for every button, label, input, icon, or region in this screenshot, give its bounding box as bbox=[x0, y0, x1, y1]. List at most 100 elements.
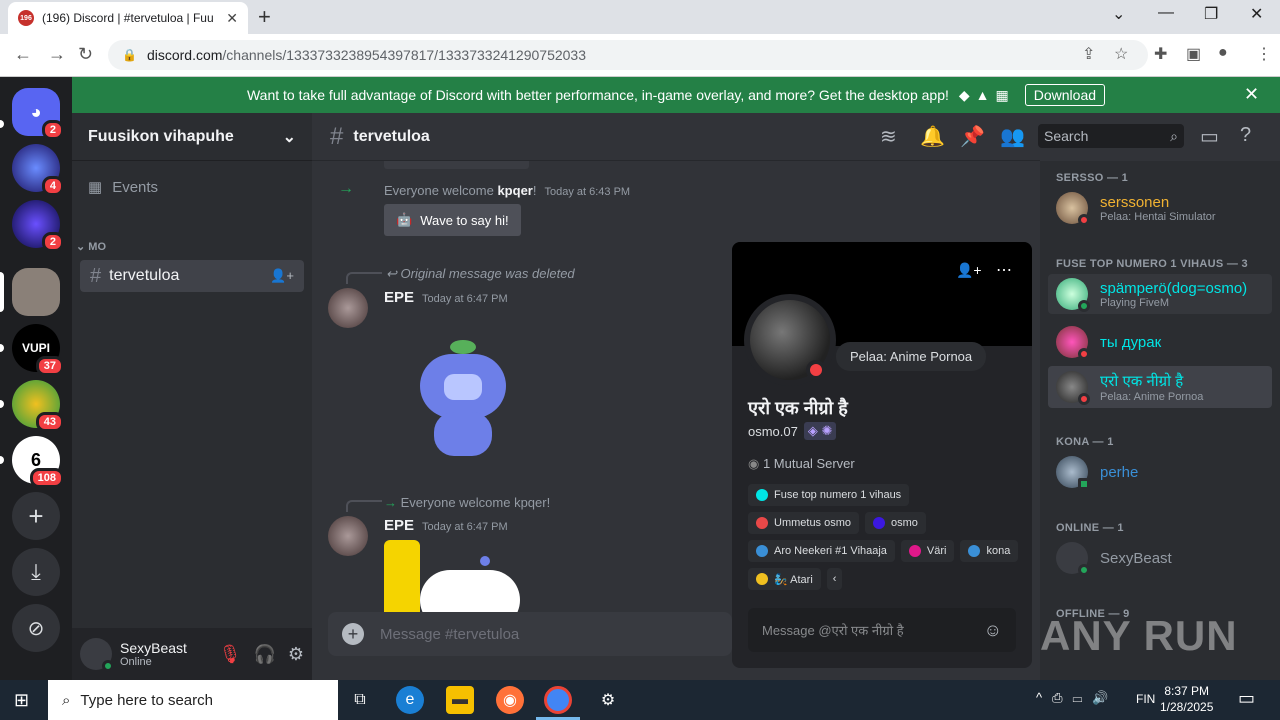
profile-display-name: एरो एक नीग्रो है bbox=[748, 398, 848, 418]
member-item[interactable]: serssonen Pelaa: Hentai Simulator bbox=[1056, 192, 1216, 226]
role-chip[interactable]: Väri bbox=[900, 540, 955, 562]
forward-icon[interactable]: → bbox=[48, 44, 66, 65]
role-chip[interactable]: osmo bbox=[865, 512, 926, 534]
inbox-icon[interactable]: ▭ bbox=[1200, 124, 1219, 149]
settings-gear-icon[interactable]: ⚙ bbox=[288, 644, 304, 665]
notification-center-icon[interactable]: ▭ bbox=[1238, 688, 1255, 709]
discord-home-icon[interactable]: ◕ 2 bbox=[12, 88, 64, 140]
server-icon-vupi[interactable]: VUPI 37 bbox=[12, 324, 64, 376]
channel-item-tervetuloa[interactable]: # tervetuloa 👤+ bbox=[80, 260, 304, 292]
add-server-icon[interactable]: + bbox=[12, 492, 60, 540]
task-view-icon[interactable]: ⧉ bbox=[346, 686, 374, 714]
download-apps-icon[interactable]: ⤓ bbox=[12, 548, 60, 596]
add-friend-icon[interactable]: 👤+ bbox=[956, 262, 982, 279]
tab-title: (196) Discord | #tervetuloa | Fuu bbox=[42, 11, 214, 25]
events-item[interactable]: ▦ Events bbox=[88, 178, 158, 197]
close-window-button[interactable]: ✕ bbox=[1250, 4, 1263, 24]
headphones-icon[interactable]: 🎧 bbox=[253, 644, 275, 665]
url-path: /channels/1333733238954397817/1333733241… bbox=[222, 47, 587, 63]
member-item[interactable]: perhe bbox=[1056, 456, 1138, 490]
side-panel-icon[interactable]: ▣ bbox=[1186, 44, 1201, 64]
server-icon-coin[interactable]: 43 bbox=[12, 380, 64, 432]
user-name: SexyBeast bbox=[120, 640, 187, 656]
chat-channel-name: tervetuloa bbox=[353, 127, 430, 145]
back-icon[interactable]: ← bbox=[14, 44, 32, 65]
role-chip[interactable]: kona bbox=[960, 540, 1019, 562]
url-field[interactable]: 🔒 discord.com/channels/13337332389543978… bbox=[108, 40, 1148, 70]
extensions-icon[interactable]: ✚ bbox=[1154, 44, 1167, 64]
clock-date: 1/28/2025 bbox=[1160, 700, 1214, 714]
role-chip[interactable]: Fuse top numero 1 vihaus bbox=[748, 484, 910, 506]
taskbar-clock[interactable]: 8:37 PM 1/28/2025 bbox=[1160, 683, 1213, 715]
profile-username-row: osmo.07 ◈ ✺ bbox=[748, 422, 837, 440]
wave-button[interactable]: 🤖 Wave to say hi! bbox=[384, 204, 521, 236]
pin-icon[interactable]: 📌 bbox=[960, 124, 985, 149]
member-category: SERSSO — 1 bbox=[1056, 172, 1129, 184]
download-button[interactable]: Download bbox=[1024, 84, 1106, 106]
invite-icon[interactable]: 👤+ bbox=[270, 268, 294, 284]
member-item[interactable]: ты дурак bbox=[1056, 326, 1161, 360]
member-item-selected[interactable]: एरो एक नीग्रो है Pelaa: Anime Pornoa bbox=[1048, 366, 1272, 408]
avatar[interactable] bbox=[328, 516, 368, 556]
message-author[interactable]: EPE Today at 6:47 PM bbox=[384, 517, 508, 534]
chrome-icon[interactable] bbox=[544, 686, 572, 714]
dm-message-input[interactable]: Message @एरो एक नीग्रो है ☺ bbox=[748, 608, 1016, 652]
help-icon[interactable]: ? bbox=[1240, 124, 1251, 147]
settings-gear-icon[interactable]: ⚙ bbox=[594, 686, 622, 714]
category-mo[interactable]: ⌄ MO bbox=[76, 240, 106, 253]
windows-start-icon[interactable]: ⊞ bbox=[14, 690, 29, 711]
system-tray-icons[interactable]: ^⎙▭🔊 bbox=[1036, 690, 1119, 706]
role-chip[interactable]: Ummetus osmo bbox=[748, 512, 860, 534]
bookmark-star-icon[interactable]: ☆ bbox=[1114, 44, 1128, 64]
edge-icon[interactable]: e bbox=[396, 686, 424, 714]
member-item[interactable]: SexyBeast bbox=[1056, 542, 1172, 576]
new-tab-button[interactable]: + bbox=[258, 4, 271, 30]
reload-icon[interactable]: ↻ bbox=[78, 44, 93, 65]
emoji-icon[interactable]: ☺ bbox=[984, 620, 1002, 641]
role-chip[interactable]: 🧞 Atari bbox=[748, 568, 821, 590]
member-name: serssonen bbox=[1100, 193, 1170, 211]
role-chip[interactable]: Aro Neekeri #1 Vihaaja bbox=[748, 540, 895, 562]
add-attachment-icon[interactable]: + bbox=[342, 623, 364, 645]
category-label: MO bbox=[88, 241, 107, 253]
join-message: Everyone welcome kpqer! Today at 6:43 PM bbox=[384, 183, 631, 198]
server-icon-blue[interactable]: 4 bbox=[12, 144, 64, 196]
threads-icon[interactable]: ≋ bbox=[880, 124, 897, 149]
browser-tab[interactable]: 196 (196) Discord | #tervetuloa | Fuu ✕ bbox=[8, 2, 248, 34]
server-icon-purple[interactable]: 2 bbox=[12, 200, 64, 252]
server-icon-six[interactable]: 6 108 bbox=[12, 436, 64, 488]
collapse-roles-icon[interactable]: ‹ bbox=[826, 568, 843, 590]
banner-close-icon[interactable]: ✕ bbox=[1244, 84, 1259, 105]
taskbar-search[interactable]: ⌕ Type here to search bbox=[48, 680, 338, 720]
mutual-servers[interactable]: ◉ 1 Mutual Server bbox=[748, 456, 855, 472]
close-tab-icon[interactable]: ✕ bbox=[226, 10, 238, 27]
avatar[interactable] bbox=[328, 288, 368, 328]
member-item[interactable]: spämperö(dog=osmo) Playing FiveM bbox=[1048, 274, 1272, 314]
profile-username: osmo.07 bbox=[748, 423, 798, 439]
firefox-icon[interactable]: ◉ bbox=[496, 686, 524, 714]
server-icon-active[interactable] bbox=[12, 268, 60, 316]
search-input[interactable]: Search ⌕ bbox=[1038, 124, 1184, 148]
more-options-icon[interactable]: ⋯ bbox=[996, 260, 1012, 280]
profile-icon[interactable]: ● bbox=[1218, 44, 1228, 62]
avatar bbox=[1056, 192, 1090, 226]
menu-kebab-icon[interactable]: ⋮ bbox=[1256, 44, 1272, 64]
tab-search-icon[interactable]: ⌄ bbox=[1112, 4, 1125, 24]
notification-bell-icon[interactable]: 🔔 bbox=[920, 124, 945, 149]
server-badge: 37 bbox=[35, 356, 64, 376]
mute-mic-icon[interactable]: 🎙 bbox=[219, 644, 242, 665]
server-badge: 2 bbox=[41, 232, 64, 252]
minimize-button[interactable]: — bbox=[1158, 4, 1174, 22]
message-author[interactable]: EPE Today at 6:47 PM bbox=[384, 289, 508, 306]
message-input[interactable]: + Message #tervetuloa bbox=[328, 612, 732, 656]
explore-servers-icon[interactable]: ⊘ bbox=[12, 604, 60, 652]
member-list-icon[interactable]: 👥 bbox=[1000, 124, 1025, 149]
reply-preview[interactable]: → Everyone welcome kpqer! bbox=[384, 495, 550, 510]
input-language[interactable]: FIN bbox=[1136, 692, 1155, 706]
file-explorer-icon[interactable]: ▬ bbox=[446, 686, 474, 714]
server-name-header[interactable]: Fuusikon vihapuhe ⌄ bbox=[72, 113, 312, 161]
avatar[interactable] bbox=[80, 638, 114, 672]
share-icon[interactable]: ⇪ bbox=[1082, 44, 1095, 64]
discord-favicon-icon: 196 bbox=[18, 10, 34, 26]
restore-button[interactable]: ❐ bbox=[1204, 4, 1218, 24]
